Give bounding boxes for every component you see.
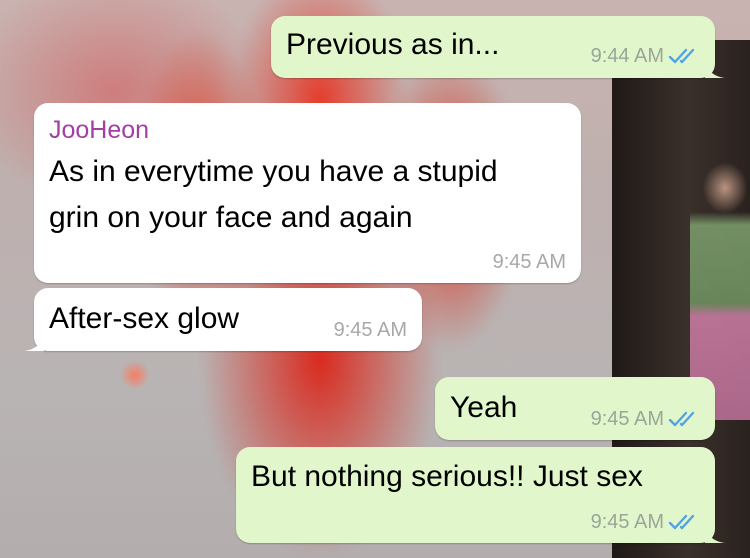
- bubble-tail: [705, 527, 725, 543]
- message-bubble-outgoing[interactable]: But nothing serious!! Just sex 9:45 AM: [236, 447, 725, 543]
- bubble-tail: [705, 62, 725, 78]
- message-meta: 9:45 AM: [334, 318, 407, 342]
- message-time: 9:45 AM: [492, 251, 566, 273]
- double-check-icon: [668, 411, 695, 427]
- message-meta: 9:45 AM: [591, 407, 698, 431]
- message-text: Previous as in...: [286, 28, 500, 61]
- message-bubble-outgoing[interactable]: Previous as in... 9:44 AM: [271, 16, 725, 78]
- message-text: Yeah: [450, 391, 518, 424]
- double-check-icon: [668, 514, 695, 530]
- message-meta: 9:44 AM: [591, 44, 698, 68]
- message-meta: 9:45 AM: [493, 250, 566, 274]
- sender-name: JooHeon: [49, 116, 150, 144]
- message-text-line: grin on your face and again: [49, 201, 413, 234]
- message-time: 9:44 AM: [590, 45, 664, 67]
- message-time: 9:45 AM: [333, 319, 407, 341]
- bubble-tail: [24, 335, 44, 351]
- message-text: After-sex glow: [49, 302, 240, 335]
- message-time: 9:45 AM: [590, 408, 664, 430]
- message-bubble-incoming[interactable]: JooHeon As in everytime you have a stupi…: [34, 103, 581, 283]
- message-time: 9:45 AM: [590, 511, 664, 533]
- double-check-icon: [668, 48, 695, 64]
- message-meta: 9:45 AM: [591, 510, 698, 534]
- message-text: But nothing serious!! Just sex: [251, 460, 643, 493]
- message-bubble-outgoing[interactable]: Yeah 9:45 AM: [435, 377, 715, 440]
- wallpaper-photo-light: [120, 360, 150, 390]
- message-text-line: As in everytime you have a stupid: [49, 155, 498, 188]
- message-bubble-incoming[interactable]: After-sex glow 9:45 AM: [24, 288, 422, 351]
